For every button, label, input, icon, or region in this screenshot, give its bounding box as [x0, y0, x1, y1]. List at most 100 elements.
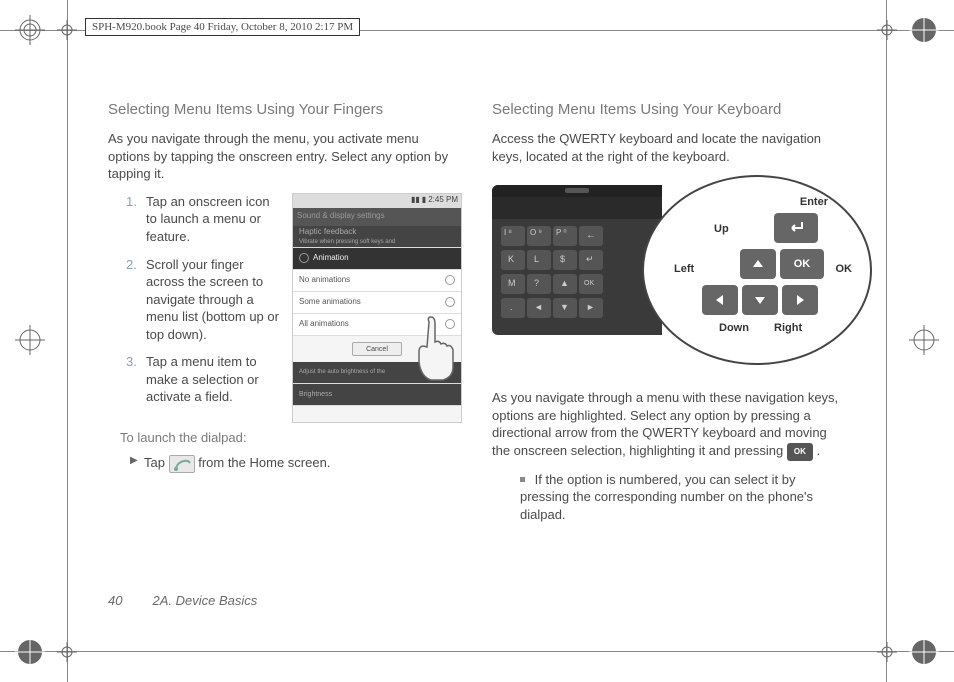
sub-heading-dialpad: To launch the dialpad:	[120, 429, 462, 447]
registration-mark-icon	[909, 15, 939, 45]
setting-label: Haptic feedback	[299, 227, 395, 238]
dialog-title: Animation	[293, 248, 461, 270]
radio-icon	[445, 275, 455, 285]
intro-text: Access the QWERTY keyboard and locate th…	[492, 130, 846, 165]
key-question: ?	[527, 274, 551, 294]
key-p: P ⁰	[553, 226, 577, 246]
option-label: No animations	[299, 275, 350, 286]
heading-fingers: Selecting Menu Items Using Your Fingers	[108, 100, 462, 120]
ok-key-icon: OK	[780, 249, 824, 279]
bullet-text: If the option is numbered, you can selec…	[520, 472, 813, 522]
screen-title: Sound & display settings	[293, 208, 461, 226]
para-text-post: .	[816, 443, 820, 458]
key-i: I ⁸	[501, 226, 525, 246]
crop-line-bottom	[0, 651, 954, 652]
heading-keyboard: Selecting Menu Items Using Your Keyboard	[492, 100, 846, 120]
crosshair-icon	[52, 15, 82, 45]
crosshair-icon	[872, 15, 902, 45]
right-column: Selecting Menu Items Using Your Keyboard…	[492, 100, 846, 622]
page-footer: 40 2A. Device Basics	[108, 593, 257, 608]
step-text: Tap a menu item to make a selection or a…	[146, 353, 282, 406]
registration-mark-icon	[15, 15, 45, 45]
registration-mark-icon	[15, 325, 45, 355]
label-left: Left	[674, 262, 694, 277]
page-header: SPH-M920.book Page 40 Friday, October 8,…	[85, 18, 360, 36]
key-ok: OK	[579, 274, 603, 294]
option-some-animations: Some animations	[293, 292, 461, 314]
step-text: Tap an onscreen icon to launch a menu or…	[146, 193, 282, 246]
enter-key-icon	[774, 213, 818, 243]
step-number: 3.	[126, 353, 146, 406]
square-bullet-icon	[520, 477, 525, 482]
setting-brightness: Brightness	[293, 384, 461, 406]
registration-mark-icon	[909, 637, 939, 667]
key-backspace: ←	[579, 226, 603, 246]
key-period: .	[501, 298, 525, 318]
step-1: 1. Tap an onscreen icon to launch a menu…	[108, 193, 282, 246]
crop-line-right	[886, 0, 887, 682]
label-up: Up	[714, 222, 729, 237]
step-3: 3. Tap a menu item to make a selection o…	[108, 353, 282, 406]
keyboard-body: I ⁸ O ⁹ P ⁰ ← K L $ ↵ M ? ▲ OK	[492, 185, 662, 335]
status-time: 2:45 PM	[428, 195, 458, 206]
key-left: ◄	[527, 298, 551, 318]
navigation-callout: Enter Up Left OK Down Right OK	[642, 175, 872, 365]
crosshair-icon	[52, 637, 82, 667]
key-down: ▼	[553, 298, 577, 318]
key-right: ►	[579, 298, 603, 318]
step-2: 2. Scroll your finger across the screen …	[108, 256, 282, 344]
status-bar: ▮▮ ▮ 2:45 PM	[293, 194, 461, 208]
bullet-tap-dialpad: ▶ Tap from the Home screen.	[130, 454, 462, 473]
left-column: Selecting Menu Items Using Your Fingers …	[108, 100, 462, 622]
para-navigate: As you navigate through a menu with thes…	[492, 389, 846, 460]
dialog-title-text: Animation	[313, 253, 455, 264]
right-key-icon	[782, 285, 818, 315]
signal-icon: ▮▮	[411, 195, 420, 206]
battery-icon: ▮	[422, 195, 426, 206]
crosshair-icon	[872, 637, 902, 667]
bullet-numbered-option: If the option is numbered, you can selec…	[520, 471, 846, 524]
option-label: Some animations	[299, 297, 361, 308]
registration-mark-icon	[15, 637, 45, 667]
speaker-icon	[565, 188, 589, 193]
crop-line-left	[67, 0, 68, 682]
radio-icon	[445, 297, 455, 307]
option-label: All animations	[299, 319, 349, 330]
key-o: O ⁹	[527, 226, 551, 246]
ok-button-icon: OK	[787, 443, 813, 461]
bullet-text-pre: Tap	[144, 455, 169, 470]
registration-mark-icon	[909, 325, 939, 355]
keyboard-diagram: I ⁸ O ⁹ P ⁰ ← K L $ ↵ M ? ▲ OK	[492, 175, 846, 375]
setting-sublabel: Vibrate when pressing soft keys and	[299, 238, 395, 246]
step-number: 2.	[126, 256, 146, 344]
step-number: 1.	[126, 193, 146, 246]
label-right: Right	[774, 321, 802, 336]
left-key-icon	[702, 285, 738, 315]
key-l: L	[527, 250, 551, 270]
setting-haptic: Haptic feedback Vibrate when pressing so…	[293, 226, 461, 248]
phone-screenshot: ▮▮ ▮ 2:45 PM Sound & display settings Ha…	[292, 193, 462, 423]
up-key-icon	[740, 249, 776, 279]
bullet-text: Tap from the Home screen.	[144, 454, 330, 473]
key-m: M	[501, 274, 525, 294]
cancel-button: Cancel	[352, 342, 402, 356]
key-up: ▲	[553, 274, 577, 294]
option-no-animations: No animations	[293, 270, 461, 292]
down-key-icon	[742, 285, 778, 315]
page-number: 40	[108, 593, 122, 608]
section-title: 2A. Device Basics	[152, 593, 257, 608]
bullet-text-post: from the Home screen.	[198, 455, 330, 470]
key-enter: ↵	[579, 250, 603, 270]
dialpad-icon	[169, 455, 195, 473]
intro-text: As you navigate through the menu, you ac…	[108, 130, 462, 183]
key-k: K	[501, 250, 525, 270]
hand-pointer-icon	[409, 312, 462, 382]
info-icon	[299, 253, 309, 263]
step-text: Scroll your finger across the screen to …	[146, 256, 282, 344]
label-enter: Enter	[800, 195, 828, 210]
label-down: Down	[719, 321, 749, 336]
label-ok: OK	[836, 262, 853, 277]
triangle-bullet-icon: ▶	[130, 454, 144, 473]
key-dollar: $	[553, 250, 577, 270]
ok-key-label: OK	[794, 257, 811, 272]
